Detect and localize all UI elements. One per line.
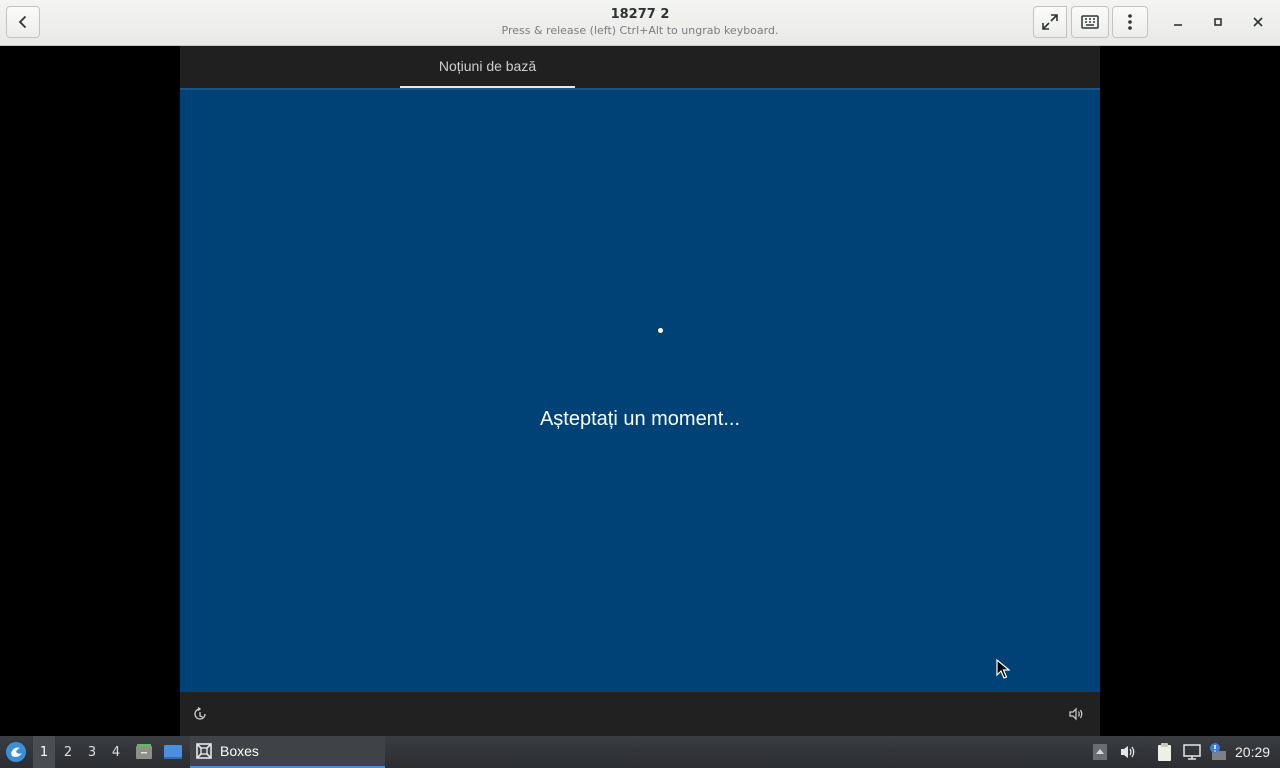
back-icon [18, 15, 27, 29]
boxes-app-icon [196, 743, 212, 759]
ease-of-access-button[interactable] [192, 706, 208, 722]
mouse-cursor-icon [996, 659, 1010, 679]
header-bar: 18277 2 Press & release (left) Ctrl+Alt … [0, 0, 1280, 46]
network-icon [1183, 744, 1201, 760]
clock[interactable]: 20:29 [1235, 736, 1270, 768]
setup-bottom-bar [180, 692, 1100, 736]
maximize-icon [1214, 18, 1222, 26]
taskbar: 1 2 3 4 Boxes 20:29 [0, 736, 1280, 768]
tray-volume-button[interactable] [1118, 742, 1138, 762]
ease-of-access-icon [194, 706, 206, 720]
speaker-icon [1121, 746, 1135, 758]
task-boxes[interactable]: Boxes [190, 736, 385, 768]
close-icon [1253, 17, 1263, 27]
kebab-menu-icon [1128, 14, 1132, 30]
setup-top-bar: Noțiuni de bază [180, 46, 1100, 88]
menu-button[interactable] [1112, 6, 1148, 38]
minimize-button[interactable] [1168, 12, 1188, 32]
window-title: 18277 2 [610, 7, 670, 22]
workspace-3[interactable]: 3 [81, 736, 103, 768]
keyboard-icon [1081, 15, 1099, 29]
workspace-1[interactable]: 1 [33, 736, 55, 768]
notification-icon [1210, 743, 1226, 760]
wait-message: Așteptați un moment... [539, 408, 741, 430]
tab-basics: Noțiuni de bază [400, 46, 575, 88]
volume-icon [1069, 707, 1083, 721]
top-divider [180, 88, 1100, 90]
tray-network-button[interactable] [1182, 742, 1202, 762]
task-label: Boxes [220, 743, 259, 759]
tray-expand-button[interactable] [1090, 742, 1110, 762]
file-manager-icon[interactable] [134, 742, 154, 762]
setup-content: Așteptați un moment... [180, 88, 1100, 692]
volume-button[interactable] [1068, 706, 1084, 722]
tray-notification-button[interactable] [1208, 742, 1228, 762]
title-block: 18277 2 Press & release (left) Ctrl+Alt … [300, 7, 980, 38]
clipboard-icon [1158, 743, 1171, 761]
fullscreen-button[interactable] [1033, 6, 1067, 38]
tray-clipboard-button[interactable] [1155, 742, 1175, 762]
maximize-button[interactable] [1208, 12, 1228, 32]
tray-arrow-icon [1093, 744, 1107, 760]
loading-spinner [658, 328, 663, 333]
window-subtitle: Press & release (left) Ctrl+Alt to ungra… [501, 24, 779, 37]
back-button[interactable] [6, 6, 40, 38]
show-desktop-icon[interactable] [163, 742, 183, 762]
workspace-2[interactable]: 2 [57, 736, 79, 768]
workspace-4[interactable]: 4 [105, 736, 127, 768]
keyboard-button[interactable] [1071, 6, 1109, 38]
vm-display[interactable]: Noțiuni de bază Așteptați un moment... [180, 46, 1100, 736]
minimize-icon [1174, 24, 1182, 26]
fullscreen-icon [1042, 14, 1058, 30]
close-button[interactable] [1248, 12, 1268, 32]
start-menu-icon[interactable] [5, 741, 27, 763]
